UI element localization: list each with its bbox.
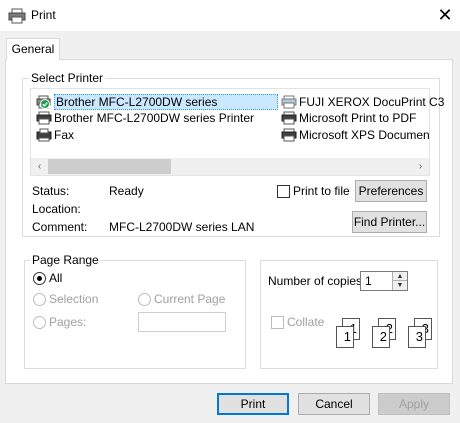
status-value: Ready (109, 184, 144, 198)
all-label: All (49, 271, 63, 285)
scroll-thumb[interactable] (48, 159, 171, 174)
pages-input[interactable] (138, 312, 226, 332)
printer-icon (281, 128, 297, 142)
comment-value: MFC-L2700DW series LAN (109, 220, 255, 234)
printer-name: Fax (54, 128, 75, 142)
current-page-label: Current Page (154, 292, 226, 306)
find-printer-button[interactable]: Find Printer... (352, 211, 427, 233)
print-to-file-checkbox[interactable] (277, 185, 290, 198)
scroll-right-icon[interactable]: › (412, 158, 429, 175)
number-of-copies-label: Number of copies: (268, 274, 366, 288)
printer-item-brother-mfc-printer[interactable]: Brother MFC-L2700DW series Printer (36, 110, 254, 126)
printer-item-ms-xps[interactable]: Microsoft XPS Documen (281, 127, 447, 143)
window-title: Print (31, 8, 56, 22)
tab-general[interactable]: General (6, 38, 60, 60)
printer-icon (8, 8, 26, 24)
collate-page: 2 (372, 326, 390, 348)
select-printer-title: Select Printer (29, 71, 106, 85)
printer-name: FUJI XEROX DocuPrint C3 (299, 95, 445, 109)
title-bar (0, 0, 460, 31)
pages-radio[interactable] (33, 316, 46, 329)
printer-name: Microsoft Print to PDF (299, 111, 417, 125)
current-page-radio[interactable] (138, 293, 151, 306)
scroll-left-icon[interactable]: ‹ (31, 158, 48, 175)
comment-label: Comment: (32, 220, 88, 234)
printer-name: Microsoft XPS Documen (299, 128, 430, 142)
spin-down-icon[interactable]: ▼ (392, 281, 407, 290)
printer-item-brother-mfc[interactable]: Brother MFC-L2700DW series (36, 94, 278, 110)
location-label: Location: (32, 202, 81, 216)
collate-checkbox[interactable] (271, 316, 284, 329)
printer-default-icon (36, 95, 51, 109)
selection-radio[interactable] (33, 293, 46, 306)
printer-network-icon (281, 95, 297, 109)
collate-page: 1 (336, 326, 354, 348)
fax-icon (36, 128, 52, 142)
printer-item-fax[interactable]: Fax (36, 127, 74, 143)
copies-stepper[interactable]: 1 ▲ ▼ (360, 271, 408, 291)
printer-list-scrollbar[interactable]: ‹ › (31, 158, 429, 175)
collate-illustration: 1 1 2 2 3 3 (330, 318, 432, 352)
copies-value: 1 (365, 274, 372, 288)
print-to-file-label: Print to file (293, 184, 350, 198)
status-label: Status: (32, 184, 70, 198)
pages-label: Pages: (49, 315, 87, 329)
printer-item-ms-pdf[interactable]: Microsoft Print to PDF (281, 110, 416, 126)
selection-label: Selection (49, 292, 99, 306)
printer-item-fuji-xerox[interactable]: FUJI XEROX DocuPrint C3 (281, 94, 447, 110)
all-radio[interactable] (33, 272, 46, 285)
cancel-button[interactable]: Cancel (298, 393, 370, 415)
apply-button[interactable]: Apply (378, 393, 450, 415)
printer-name: Brother MFC-L2700DW series Printer (54, 111, 255, 125)
page-range-title: Page Range (30, 253, 101, 267)
preferences-button[interactable]: Preferences (355, 180, 427, 202)
collate-page: 3 (408, 326, 426, 348)
close-button[interactable]: ✕ (432, 3, 458, 27)
printer-icon (36, 111, 52, 125)
printer-name: Brother MFC-L2700DW series (54, 94, 278, 110)
collate-label: Collate (287, 315, 325, 329)
spin-up-icon[interactable]: ▲ (392, 272, 407, 281)
print-button[interactable]: Print (217, 393, 289, 415)
printer-icon (281, 111, 297, 125)
